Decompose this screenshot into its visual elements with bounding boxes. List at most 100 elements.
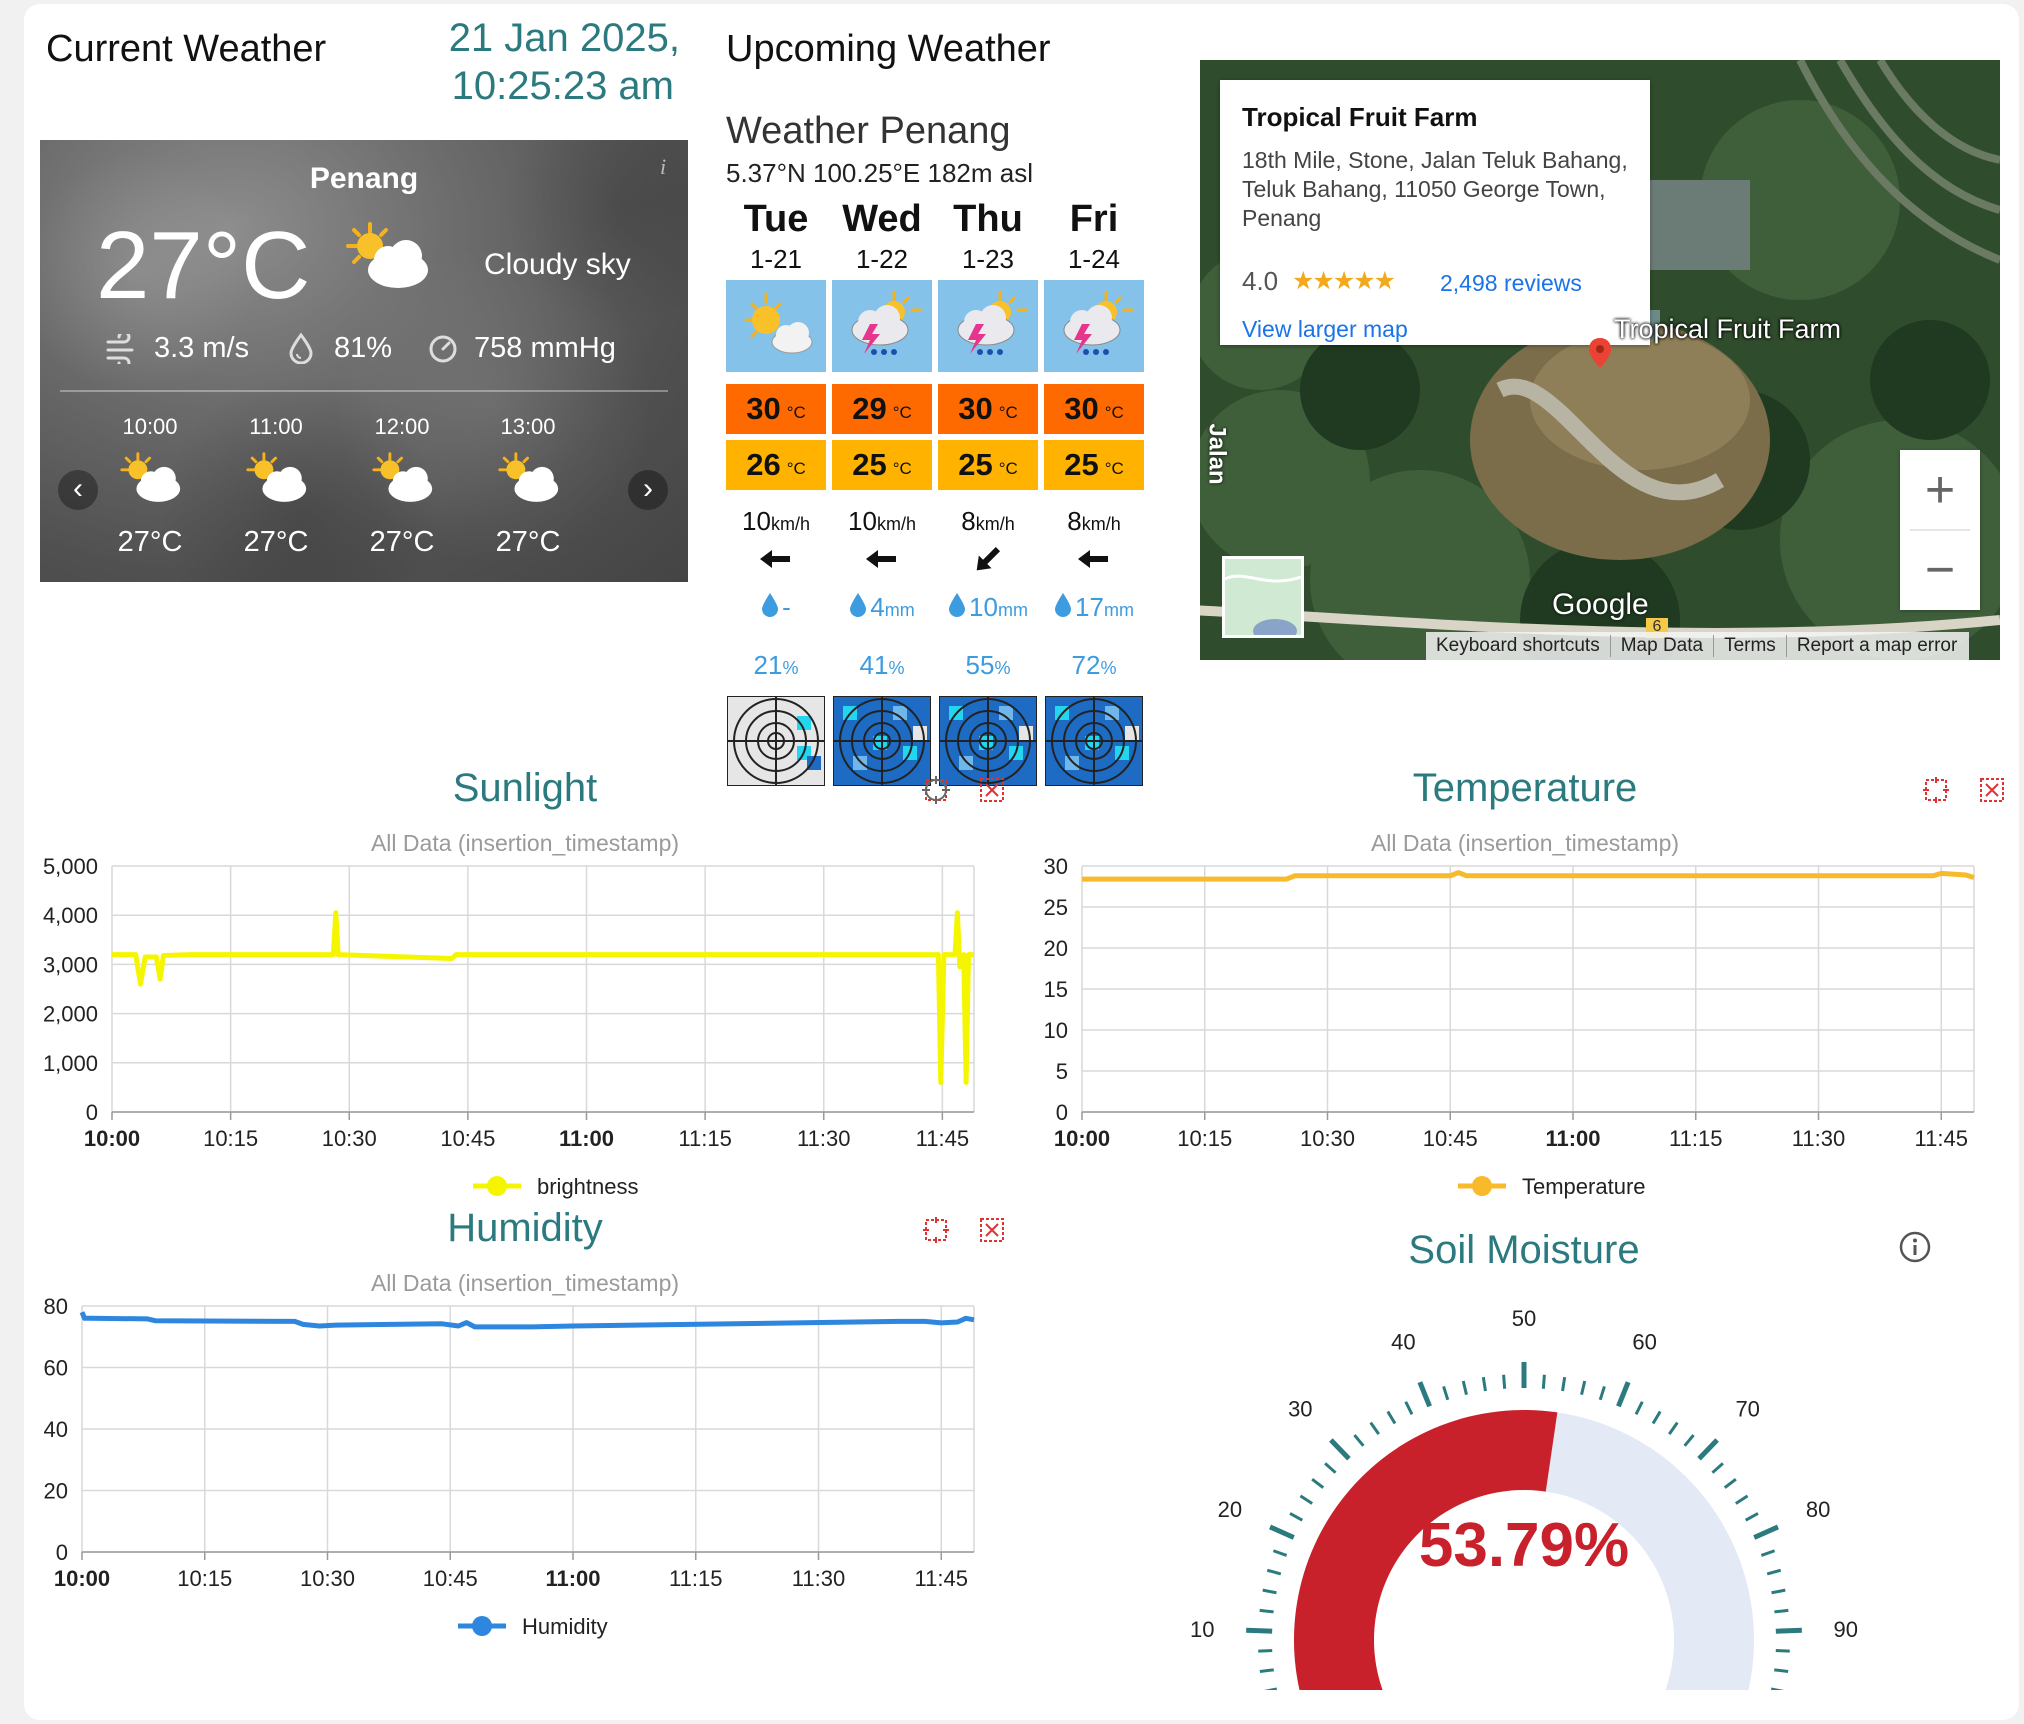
view-larger-map-link[interactable]: View larger map — [1242, 316, 1408, 343]
soil-moisture-gauge: 10 20 30 40 50 60 70 80 90 — [1190, 1306, 1858, 1690]
report-map-error-link[interactable]: Report a map error — [1787, 635, 1970, 657]
gauge-tick — [1774, 1608, 1789, 1614]
gauge-tick — [1461, 1380, 1468, 1396]
legend-marker[interactable] — [487, 1176, 507, 1196]
forecast-rain-probability: 72% — [1044, 650, 1144, 681]
humidity-title: Humidity — [447, 1206, 603, 1250]
low-temp-value: 25 — [852, 447, 887, 482]
low-temp-value: 25 — [958, 447, 993, 482]
place-name: Tropical Fruit Farm — [1242, 102, 1478, 132]
legend-label[interactable]: brightness — [537, 1174, 639, 1199]
pictocast-radar-icon — [939, 696, 1037, 786]
x-tick-label: 10:15 — [1177, 1126, 1232, 1151]
gauge-tick — [1651, 1410, 1662, 1425]
probability-unit: % — [1100, 658, 1117, 678]
x-tick-label: 10:45 — [423, 1566, 478, 1591]
y-tick-label: 80 — [44, 1294, 68, 1319]
map-marker-label: Tropical Fruit Farm — [1614, 314, 1842, 344]
x-tick-label: 11:00 — [559, 1126, 614, 1151]
forecast-wind: 8km/h — [1044, 506, 1144, 537]
gauge-tick — [1404, 1401, 1414, 1415]
forecast-date: 1-22 — [855, 244, 909, 274]
gauge-tick — [1262, 1588, 1277, 1595]
gauge-tick — [1502, 1374, 1507, 1389]
terms-link[interactable]: Terms — [1714, 635, 1786, 657]
gauge-tick — [1266, 1568, 1282, 1576]
legend-label[interactable]: Temperature — [1522, 1174, 1646, 1199]
forecast-high-temp: 30 °C — [938, 384, 1038, 434]
gauge-tick — [1417, 1381, 1432, 1408]
wind-speed: 10 — [742, 506, 771, 536]
gauge-tick — [1616, 1381, 1631, 1408]
partly-cloudy-icon — [120, 452, 181, 502]
legend-marker[interactable] — [472, 1616, 492, 1636]
wind-direction-arrow-icon — [1078, 550, 1108, 568]
close-chart-icon[interactable] — [1978, 776, 2006, 804]
gauge-scale-label: 20 — [1218, 1497, 1242, 1522]
forecast-wind: 10km/h — [832, 506, 932, 537]
hour-temp: 27°C — [117, 526, 183, 558]
hour-time: 10:00 — [122, 414, 178, 439]
x-tick-label: 11:45 — [1915, 1126, 1968, 1151]
forecast-day-fri: Fri 1-24 30 °C 25 °C 8km/h 17mm 72% — [1044, 0, 1144, 800]
crosshair-icon[interactable] — [920, 774, 952, 806]
humidity-drop-icon — [289, 332, 313, 364]
forecast-high-temp: 29 °C — [832, 384, 932, 434]
fullscreen-icon[interactable] — [1922, 776, 1950, 804]
close-chart-icon[interactable] — [978, 776, 1006, 804]
gauge-tick — [1481, 1376, 1487, 1392]
wind-unit: km/h — [770, 514, 810, 534]
zoom-controls: + − — [1900, 450, 1980, 610]
hour-temp: 27°C — [243, 526, 309, 558]
gauge-tick — [1775, 1627, 1802, 1634]
gauge-tick — [1369, 1421, 1380, 1435]
rain-drop-icon — [850, 593, 867, 617]
hourly-prev-button[interactable]: ‹ — [58, 470, 98, 510]
humidity-chart: 0 20 40 60 80 10:00 10:15 10:30 10:45 11:00 11:15 1… — [44, 1294, 975, 1639]
probability-value: 72 — [1071, 650, 1101, 680]
map-thumbnail-icon — [1225, 574, 1301, 635]
info-icon[interactable]: i — [660, 154, 666, 180]
rating-stars-icon: ★★★★★ — [1292, 267, 1396, 295]
gauge-scale-label: 90 — [1834, 1617, 1858, 1642]
rain-amount: 10 — [969, 592, 998, 622]
reviews-link[interactable]: 2,498 reviews — [1440, 270, 1582, 297]
close-chart-icon[interactable] — [978, 1216, 1006, 1244]
wind-unit: km/h — [1081, 514, 1121, 534]
hourly-next-button[interactable]: › — [628, 470, 668, 510]
map-pin-icon[interactable] — [1588, 338, 1612, 368]
temp-unit: °C — [998, 459, 1018, 478]
gauge-tick — [1760, 1549, 1776, 1557]
forecast-high-temp: 30 °C — [726, 384, 826, 434]
widget-humidity: 81% — [334, 332, 393, 364]
partly-cloudy-icon — [346, 222, 428, 288]
forecast-day-thu: Thu 1-23 30 °C 25 °C 8km/h 10mm 55% — [938, 0, 1038, 800]
zoom-out-button[interactable]: − — [1900, 530, 1980, 610]
gauge-tick — [1386, 1410, 1397, 1425]
map-type-thumbnail[interactable] — [1222, 556, 1304, 638]
y-tick-label: 30 — [1044, 854, 1068, 879]
series-line — [79, 1311, 975, 1330]
forecast-day-wed: Wed 1-22 29 °C 25 °C 10km/h 4mm 41% — [832, 0, 932, 800]
gauge-tick — [1269, 1524, 1295, 1540]
gauge-tick — [1744, 1512, 1759, 1522]
series-line — [112, 910, 974, 1085]
forecast-low-temp: 25 °C — [1044, 440, 1144, 490]
weather-widget: Penang i 27°C Cloudy sky 3.3 m/s 81% 758… — [40, 140, 688, 582]
zoom-in-button[interactable]: + — [1900, 450, 1980, 530]
probability-value: 41 — [859, 650, 889, 680]
legend-label[interactable]: Humidity — [522, 1614, 608, 1639]
google-map[interactable]: Tropical Fruit Farm 18th Mile, Stone, Ja… — [1200, 60, 2000, 660]
map-data-link[interactable]: Map Data — [1611, 635, 1713, 657]
forecast-rain: 10mm — [938, 592, 1038, 623]
sun-cloud-icon — [726, 280, 826, 372]
keyboard-shortcuts-link[interactable]: Keyboard shortcuts — [1426, 635, 1610, 657]
y-tick-label: 3,000 — [43, 952, 98, 977]
fullscreen-icon[interactable] — [922, 1216, 950, 1244]
y-tick-label: 0 — [56, 1540, 68, 1565]
gauge-tick — [1711, 1462, 1724, 1474]
legend-marker[interactable] — [1472, 1176, 1492, 1196]
x-tick-label: 10:15 — [203, 1126, 258, 1151]
gauge-scale-label: 40 — [1391, 1329, 1415, 1354]
gauge-tick — [1735, 1494, 1749, 1505]
